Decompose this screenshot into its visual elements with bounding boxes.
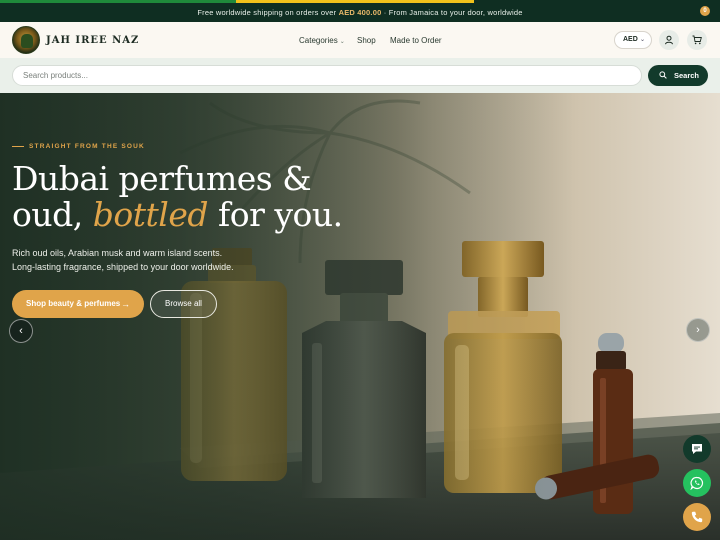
cart-count-badge: 0 <box>700 6 710 16</box>
subtext-line2: Long-lasting fragrance, shipped to your … <box>12 262 234 272</box>
hero-headline: Dubai perfumes & oud, bottled for you. <box>12 161 412 233</box>
nav-shop[interactable]: Shop <box>357 36 376 45</box>
site-header: JAH IREE NAZ Categories ⌄ Shop Made to Or… <box>0 22 720 58</box>
carousel-prev-button[interactable]: ‹ <box>9 319 33 343</box>
chevron-right-icon: › <box>696 324 700 336</box>
whatsapp-button[interactable] <box>683 469 711 497</box>
nav-made-to-order[interactable]: Made to Order <box>390 36 442 45</box>
carousel-next-button[interactable]: › <box>686 318 710 342</box>
call-button[interactable] <box>683 503 711 531</box>
announcement-before: Free worldwide shipping on orders over <box>197 8 337 17</box>
shipping-threshold: AED 400.00 <box>338 8 382 17</box>
chat-button[interactable] <box>683 435 711 463</box>
chevron-down-icon: ⌄ <box>339 39 345 45</box>
browse-all-button[interactable]: Browse all <box>150 290 217 318</box>
hero-subtext: Rich oud oils, Arabian musk and warm isl… <box>12 246 332 274</box>
currency-value: AED <box>623 36 638 43</box>
hero-eyebrow-text: STRAIGHT FROM THE SOUK <box>29 143 145 150</box>
chat-icon <box>692 444 702 454</box>
user-icon <box>665 35 673 45</box>
headline-end: for you. <box>217 195 343 234</box>
chevron-down-icon: ⌄ <box>639 37 645 43</box>
phone-icon <box>691 511 703 523</box>
search-bar: Search <box>0 58 720 93</box>
headline-accent: bottled <box>92 195 209 234</box>
flag-stripe-green <box>0 0 236 3</box>
shop-beauty-label: Shop beauty & perfumes <box>26 299 121 308</box>
whatsapp-icon <box>690 476 704 490</box>
headline-oud: oud, <box>12 195 83 234</box>
brand-name[interactable]: JAH IREE NAZ <box>46 35 139 46</box>
announcement-after: · From Jamaica to your door, worldwide <box>383 8 523 17</box>
announcement-bar: Free worldwide shipping on orders over A… <box>0 0 720 22</box>
search-button-label: Search <box>674 71 700 80</box>
flag-stripe-dark <box>474 0 720 3</box>
cart-icon <box>692 35 702 45</box>
flag-stripe-gold <box>236 0 474 3</box>
arrow-right-icon: → <box>121 299 130 309</box>
account-button[interactable] <box>659 30 679 50</box>
headline-line1: Dubai perfumes & <box>12 159 312 198</box>
nav-categories[interactable]: Categories ⌄ <box>299 36 345 45</box>
chevron-left-icon: ‹ <box>19 325 23 337</box>
cart-button[interactable] <box>687 30 707 50</box>
search-button[interactable]: Search <box>648 65 708 86</box>
search-icon <box>659 71 667 79</box>
brand-logo[interactable] <box>12 26 40 54</box>
currency-selector[interactable]: AED ⌄ <box>614 31 652 49</box>
nav-categories-label: Categories <box>299 36 338 45</box>
hero-banner: STRAIGHT FROM THE SOUK Dubai perfumes & … <box>0 93 720 540</box>
search-input[interactable] <box>12 65 642 86</box>
shop-beauty-button[interactable]: Shop beauty & perfumes → <box>12 290 144 318</box>
subtext-line1: Rich oud oils, Arabian musk and warm isl… <box>12 248 223 258</box>
announcement-text: Free worldwide shipping on orders over A… <box>0 8 720 17</box>
hero-eyebrow: STRAIGHT FROM THE SOUK <box>12 143 145 150</box>
